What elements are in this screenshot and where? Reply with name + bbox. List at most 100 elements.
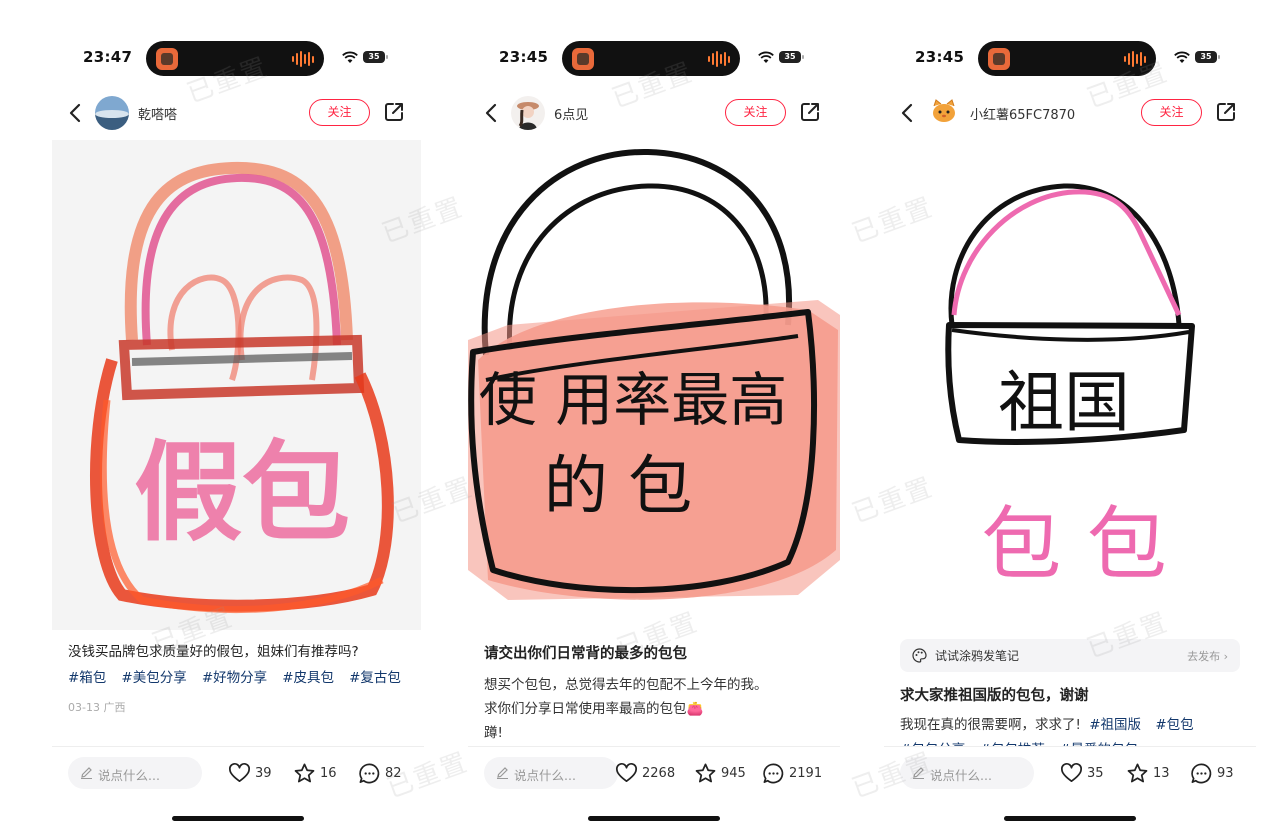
note-header: 乾嗒嗒 关注	[52, 92, 424, 134]
pencil-icon	[913, 767, 924, 779]
wifi-icon	[1174, 51, 1190, 63]
comment-count: 93	[1217, 765, 1234, 781]
star-icon	[1127, 763, 1148, 782]
comment-count: 2191	[789, 765, 823, 781]
heart-icon	[229, 762, 250, 782]
status-bar: 23:45 35	[884, 38, 1256, 78]
cat-avatar[interactable]	[927, 96, 961, 130]
like-button[interactable]: 39	[228, 761, 272, 785]
like-count: 2268	[642, 765, 676, 781]
pencil-icon	[497, 767, 508, 779]
phone-screen-3: 23:45 35 小红薯65FC7870 关注 祖国 包 包 试试涂鸦发笔记 去…	[884, 0, 1256, 826]
engagement-bar: 说点什么... 39 16 82	[52, 746, 424, 801]
hashtag[interactable]: #好物分享	[202, 670, 267, 686]
back-chevron-icon[interactable]	[66, 102, 86, 124]
wifi-icon	[342, 51, 358, 63]
comment-input[interactable]: 说点什么...	[484, 757, 618, 789]
collect-count: 945	[721, 765, 746, 781]
status-bar: 23:47 35	[52, 38, 424, 78]
note-body-line: 求你们分享日常使用率最高的包包👛	[484, 701, 704, 717]
image-text-line1: 祖国	[998, 364, 1130, 441]
image-text-line2: 包 包	[981, 498, 1166, 591]
status-time: 23:45	[915, 48, 965, 66]
follow-button[interactable]: 关注	[725, 99, 786, 126]
battery-indicator: 35	[363, 51, 388, 63]
publish-link[interactable]: 去发布 ›	[1187, 648, 1228, 664]
avatar[interactable]	[511, 96, 545, 130]
dynamic-island[interactable]	[562, 41, 740, 76]
phone-screen-2: 23:45 35 6点见 关注 使 用率最高 的 包 请交出你们日常背的最多的包…	[468, 0, 840, 826]
like-button[interactable]: 2268	[615, 761, 675, 785]
star-icon	[695, 763, 716, 782]
app-icon	[988, 48, 1010, 70]
hashtag[interactable]: #箱包	[68, 670, 106, 686]
star-icon	[294, 763, 315, 782]
note-content: 没钱买品牌包求质量好的假包，姐妹们有推荐吗? #箱包 #美包分享 #好物分享 #…	[68, 640, 414, 715]
follow-button[interactable]: 关注	[309, 99, 370, 126]
collect-button[interactable]: 13	[1126, 761, 1170, 785]
post-date-location: 03-13 广西	[68, 701, 126, 714]
note-title: 求大家推祖国版的包包，谢谢	[900, 688, 1089, 704]
note-content: 请交出你们日常背的最多的包包 想买个包包，总觉得去年的包配不上今年的我。 求你们…	[484, 641, 830, 745]
image-text-line1: 使 用率最高	[479, 366, 787, 434]
audio-wave-icon	[292, 51, 314, 67]
comment-input[interactable]: 说点什么...	[68, 757, 202, 789]
dynamic-island[interactable]	[978, 41, 1156, 76]
note-body-text: 我现在真的很需要啊，求求了!	[900, 717, 1081, 733]
hashtag[interactable]: #祖国版	[1089, 717, 1141, 733]
image-text: 假包	[134, 431, 350, 556]
comment-placeholder: 说点什么...	[930, 768, 992, 783]
comment-count: 82	[385, 765, 402, 781]
note-body-line: 想买个包包，总觉得去年的包配不上今年的我。	[484, 677, 768, 693]
hashtag[interactable]: #包包	[1155, 717, 1193, 733]
home-indicator[interactable]	[172, 816, 304, 821]
app-icon	[156, 48, 178, 70]
avatar[interactable]	[95, 96, 129, 130]
collect-button[interactable]: 945	[694, 761, 746, 785]
comment-bubble-icon	[359, 763, 380, 783]
home-indicator[interactable]	[1004, 816, 1136, 821]
share-icon[interactable]	[383, 101, 405, 123]
author-name[interactable]: 6点见	[554, 104, 588, 123]
comment-button[interactable]: 82	[358, 761, 402, 785]
comment-bubble-icon	[1191, 763, 1212, 783]
status-bar: 23:45 35	[468, 38, 840, 78]
note-header: 小红薯65FC7870 关注	[884, 92, 1256, 134]
note-image[interactable]: 祖国 包 包	[884, 140, 1256, 632]
home-indicator[interactable]	[588, 816, 720, 821]
doodle-prompt-label: 试试涂鸦发笔记	[935, 649, 1020, 663]
hashtag[interactable]: #皮具包	[282, 670, 334, 686]
comment-placeholder: 说点什么...	[98, 768, 160, 783]
collect-button[interactable]: 16	[293, 761, 337, 785]
note-image[interactable]: 使 用率最高 的 包	[468, 140, 840, 630]
note-image[interactable]: 假包	[52, 140, 421, 630]
wifi-icon	[758, 51, 774, 63]
back-chevron-icon[interactable]	[898, 102, 918, 124]
like-button[interactable]: 35	[1060, 761, 1104, 785]
collect-count: 13	[1153, 765, 1170, 781]
author-name[interactable]: 乾嗒嗒	[138, 104, 177, 123]
share-icon[interactable]	[1215, 101, 1237, 123]
comment-button[interactable]: 2191	[762, 761, 822, 785]
share-icon[interactable]	[799, 101, 821, 123]
hashtag[interactable]: #复古包	[349, 670, 401, 686]
hashtag[interactable]: #美包分享	[121, 670, 186, 686]
note-title: 请交出你们日常背的最多的包包	[484, 646, 687, 662]
back-chevron-icon[interactable]	[482, 102, 502, 124]
heart-icon	[1061, 762, 1082, 782]
audio-wave-icon	[1124, 51, 1146, 67]
note-header: 6点见 关注	[468, 92, 840, 134]
app-icon	[572, 48, 594, 70]
comment-input[interactable]: 说点什么...	[900, 757, 1034, 789]
doodle-prompt-banner[interactable]: 试试涂鸦发笔记 去发布 ›	[900, 639, 1240, 672]
note-body-line: 我现在真的很需要啊，求求了! #祖国版 #包包	[900, 713, 1246, 737]
comment-placeholder: 说点什么...	[514, 768, 576, 783]
dynamic-island[interactable]	[146, 41, 324, 76]
engagement-bar: 说点什么... 2268 945 2191	[468, 746, 840, 801]
comment-button[interactable]: 93	[1190, 761, 1234, 785]
engagement-bar: 说点什么... 35 13 93	[884, 746, 1256, 801]
palette-icon	[912, 648, 927, 663]
follow-button[interactable]: 关注	[1141, 99, 1202, 126]
status-time: 23:47	[83, 48, 133, 66]
author-name[interactable]: 小红薯65FC7870	[970, 104, 1075, 123]
